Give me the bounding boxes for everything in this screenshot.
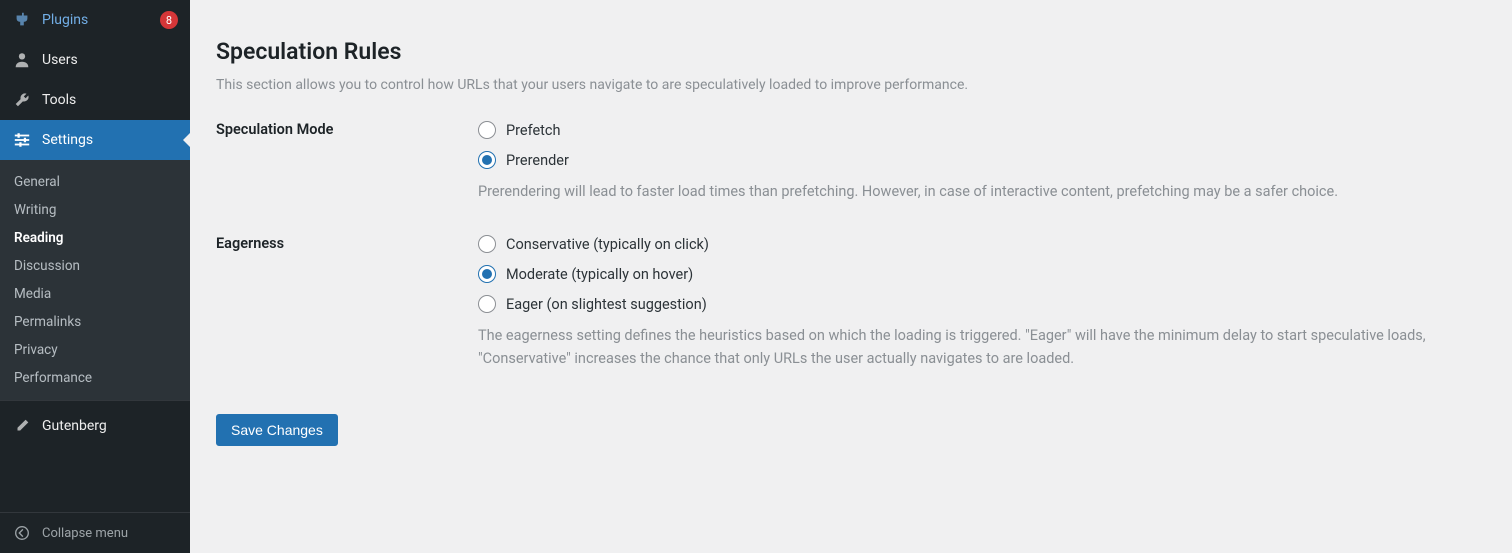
main-content: Speculation Rules This section allows yo…: [190, 0, 1512, 553]
radio-label: Conservative (typically on click): [506, 236, 709, 253]
collapse-menu-button[interactable]: Collapse menu: [0, 512, 190, 553]
eagerness-control: Conservative (typically on click) Modera…: [478, 235, 1458, 370]
sliders-icon: [12, 130, 32, 150]
mode-help-text: Prerendering will lead to faster load ti…: [478, 181, 1458, 203]
radio-label: Moderate (typically on hover): [506, 266, 693, 283]
submenu-item-reading[interactable]: Reading: [0, 224, 190, 252]
submenu-item-general[interactable]: General: [0, 168, 190, 196]
sidebar-item-users[interactable]: Users: [0, 40, 190, 80]
plugins-badge: 8: [160, 11, 178, 29]
submenu-item-discussion[interactable]: Discussion: [0, 252, 190, 280]
submenu-item-permalinks[interactable]: Permalinks: [0, 308, 190, 336]
radio-prefetch[interactable]: Prefetch: [478, 121, 1458, 139]
sidebar-item-label: Settings: [42, 132, 178, 148]
sidebar-item-settings[interactable]: Settings: [0, 120, 190, 160]
sidebar-item-label: Tools: [42, 92, 178, 108]
submenu-item-privacy[interactable]: Privacy: [0, 336, 190, 364]
collapse-icon: [12, 523, 32, 543]
radio-label: Eager (on slightest suggestion): [506, 296, 707, 313]
settings-submenu: General Writing Reading Discussion Media…: [0, 160, 190, 400]
speculation-mode-control: Prefetch Prerender Prerendering will lea…: [478, 121, 1458, 203]
radio-icon: [478, 235, 496, 253]
submenu-item-media[interactable]: Media: [0, 280, 190, 308]
user-icon: [12, 50, 32, 70]
plug-icon: [12, 10, 32, 30]
eagerness-help-text: The eagerness setting defines the heuris…: [478, 325, 1458, 370]
sidebar-item-plugins[interactable]: Plugins 8: [0, 0, 190, 40]
page-title: Speculation Rules: [216, 38, 1486, 65]
sidebar-item-gutenberg[interactable]: Gutenberg: [0, 406, 190, 446]
sidebar-item-label: Gutenberg: [42, 418, 178, 434]
sidebar-item-label: Users: [42, 52, 178, 68]
speculation-mode-row: Speculation Mode Prefetch Prerender Prer…: [216, 121, 1486, 203]
radio-icon: [478, 265, 496, 283]
save-button[interactable]: Save Changes: [216, 414, 338, 446]
radio-moderate[interactable]: Moderate (typically on hover): [478, 265, 1458, 283]
radio-eager[interactable]: Eager (on slightest suggestion): [478, 295, 1458, 313]
pencil-icon: [12, 416, 32, 436]
admin-sidebar: Plugins 8 Users Tools Settings General W…: [0, 0, 190, 553]
radio-label: Prefetch: [506, 122, 561, 139]
submenu-item-writing[interactable]: Writing: [0, 196, 190, 224]
radio-icon: [478, 295, 496, 313]
wrench-icon: [12, 90, 32, 110]
radio-label: Prerender: [506, 152, 569, 169]
eagerness-row: Eagerness Conservative (typically on cli…: [216, 235, 1486, 370]
radio-icon: [478, 121, 496, 139]
menu-bottom: Collapse menu: [0, 512, 190, 553]
submenu-item-performance[interactable]: Performance: [0, 364, 190, 392]
page-description: This section allows you to control how U…: [216, 77, 1486, 93]
menu-top: Plugins 8 Users Tools Settings General W…: [0, 0, 190, 446]
sidebar-item-tools[interactable]: Tools: [0, 80, 190, 120]
radio-icon: [478, 151, 496, 169]
collapse-label: Collapse menu: [42, 526, 128, 541]
sidebar-item-label: Plugins: [42, 12, 154, 28]
radio-prerender[interactable]: Prerender: [478, 151, 1458, 169]
speculation-mode-label: Speculation Mode: [216, 121, 478, 203]
eagerness-label: Eagerness: [216, 235, 478, 370]
radio-conservative[interactable]: Conservative (typically on click): [478, 235, 1458, 253]
